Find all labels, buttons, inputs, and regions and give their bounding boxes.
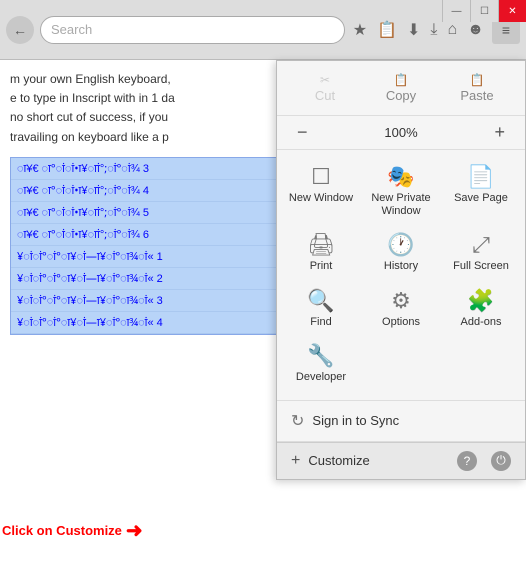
history-label: History: [384, 260, 418, 273]
maximize-button[interactable]: ☐: [470, 0, 498, 22]
find-icon: 🔍: [307, 290, 334, 312]
window-controls: — ☐ ✕: [442, 0, 526, 22]
print-label: Print: [310, 260, 333, 273]
add-ons-button[interactable]: 🧩 Add-ons: [443, 284, 519, 335]
back-button[interactable]: ←: [6, 16, 34, 44]
help-button[interactable]: ?: [457, 451, 477, 471]
full-screen-button[interactable]: ⤢ Full Screen: [443, 228, 519, 279]
developer-button[interactable]: 🔧 Developer: [283, 339, 359, 390]
find-button[interactable]: 🔍 Find: [283, 284, 359, 335]
new-private-window-button[interactable]: 🎭 New Private Window: [363, 160, 439, 224]
save-page-icon: 📄: [467, 166, 494, 188]
new-private-window-icon: 🎭: [387, 166, 414, 188]
zoom-minus-button[interactable]: −: [289, 122, 316, 143]
click-label-text: Click on Customize: [2, 523, 122, 538]
copy-label: Copy: [367, 88, 435, 103]
copy-button[interactable]: 📋 Copy: [363, 69, 439, 107]
add-ons-label: Add-ons: [461, 316, 502, 329]
close-button[interactable]: ✕: [498, 0, 526, 22]
find-label: Find: [310, 316, 331, 329]
click-label: Click on Customize ➜: [2, 518, 143, 543]
cut-button[interactable]: ✂ Cut: [287, 69, 363, 107]
power-button[interactable]: ⏻: [491, 451, 511, 471]
print-button[interactable]: 🖨 Print: [283, 228, 359, 279]
add-ons-icon: 🧩: [467, 290, 494, 312]
signin-icon: ↻: [291, 411, 304, 431]
icon-grid: ☐ New Window 🎭 New Private Window 📄 Save Page…: [277, 150, 525, 401]
full-screen-icon: ⤢: [472, 234, 490, 256]
signin-row[interactable]: ↻ Sign in to Sync: [277, 401, 525, 442]
customize-label[interactable]: Customize: [308, 453, 449, 468]
minimize-button[interactable]: —: [442, 0, 470, 22]
content-area: m your own English keyboard,e to type in…: [0, 60, 526, 561]
new-window-icon: ☐: [311, 166, 331, 188]
star-icon[interactable]: ★: [351, 18, 369, 42]
new-window-button[interactable]: ☐ New Window: [283, 160, 359, 224]
bookmark-icon[interactable]: 📋: [375, 18, 399, 42]
arrow-right-icon: ➜: [126, 518, 143, 543]
developer-icon: 🔧: [307, 345, 334, 367]
signin-label: Sign in to Sync: [312, 413, 399, 428]
paste-label: Paste: [443, 88, 511, 103]
download-icon[interactable]: ⤓: [428, 19, 439, 41]
developer-label: Developer: [296, 371, 346, 384]
full-screen-label: Full Screen: [453, 260, 509, 273]
search-bar[interactable]: Search: [40, 16, 345, 44]
power-icon: ⏻: [496, 453, 506, 468]
edit-row: ✂ Cut 📋 Copy 📋 Paste: [277, 61, 525, 116]
customize-row: + Customize ? ⏻: [277, 442, 525, 479]
pocket-icon[interactable]: ⬇: [405, 18, 422, 42]
search-text: Search: [51, 22, 92, 37]
paste-button[interactable]: 📋 Paste: [439, 69, 515, 107]
zoom-value: 100%: [316, 125, 487, 140]
back-icon: ←: [13, 22, 27, 38]
history-icon: 🕐: [387, 234, 414, 256]
zoom-plus-button[interactable]: +: [486, 122, 513, 143]
zoom-row: − 100% +: [277, 116, 525, 150]
customize-plus-icon: +: [291, 452, 300, 470]
options-button[interactable]: ⚙ Options: [363, 284, 439, 335]
help-icon: ?: [464, 454, 471, 468]
cut-label: Cut: [291, 88, 359, 103]
print-icon: 🖨: [307, 234, 335, 256]
new-private-window-label: New Private Window: [367, 192, 435, 218]
options-icon: ⚙: [391, 290, 411, 312]
save-page-label: Save Page: [454, 192, 508, 205]
options-label: Options: [382, 316, 420, 329]
dropdown-menu: ✂ Cut 📋 Copy 📋 Paste − 100% + ☐ New Windo…: [276, 60, 526, 480]
history-button[interactable]: 🕐 History: [363, 228, 439, 279]
menu-icon: ≡: [502, 22, 510, 38]
new-window-label: New Window: [289, 192, 353, 205]
save-page-button[interactable]: 📄 Save Page: [443, 160, 519, 224]
